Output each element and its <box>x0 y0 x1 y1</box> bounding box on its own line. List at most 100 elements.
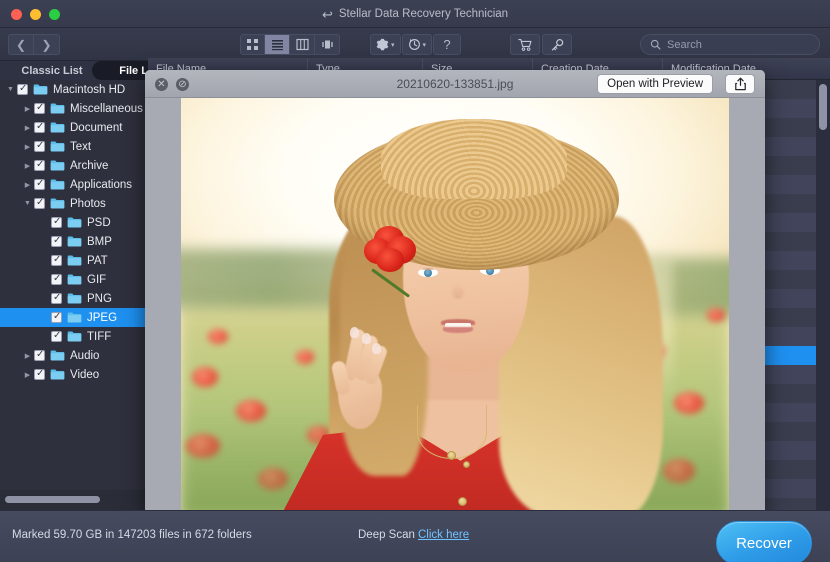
folder-checkbox[interactable] <box>51 216 62 228</box>
search-placeholder: Search <box>667 38 702 51</box>
tab-classic-list[interactable]: Classic List <box>4 61 100 80</box>
recover-label: Recover <box>736 534 792 552</box>
folder-tree-sidebar[interactable]: ▼ Macintosh HD ▶ Miscellaneous ▶ Document ▶ Tex… <box>0 80 148 510</box>
chevron-right-icon[interactable]: ▶ <box>21 162 34 170</box>
recover-button[interactable]: Recover <box>716 521 812 562</box>
tab-label: Classic List <box>21 64 83 77</box>
folder-icon <box>67 312 82 323</box>
folder-icon <box>67 274 82 285</box>
folder-checkbox[interactable] <box>17 83 28 95</box>
back-button[interactable]: ❮ <box>8 34 34 55</box>
key-icon <box>551 38 563 51</box>
folder-tree-item[interactable]: JPEG <box>0 308 148 327</box>
folder-label: BMP <box>87 235 112 248</box>
folder-icon <box>50 122 65 133</box>
stellar-logo-icon: ↩ <box>321 6 333 22</box>
share-button[interactable] <box>725 74 755 94</box>
activation-key-button[interactable] <box>542 34 572 55</box>
folder-checkbox[interactable] <box>51 292 62 304</box>
coverflow-icon <box>321 40 333 49</box>
chevron-down-icon[interactable]: ▼ <box>21 200 34 207</box>
folder-checkbox[interactable] <box>34 368 45 380</box>
folder-icon <box>67 217 82 228</box>
open-with-preview-button[interactable]: Open with Preview <box>597 74 713 94</box>
folder-tree-item[interactable]: TIFF <box>0 327 148 346</box>
forward-button[interactable]: ❯ <box>34 34 60 55</box>
folder-label: Video <box>70 368 100 381</box>
folder-checkbox[interactable] <box>34 140 45 152</box>
search-field[interactable]: Search <box>640 34 820 55</box>
chevron-right-icon[interactable]: ▶ <box>21 124 34 132</box>
help-label: ? <box>443 37 451 52</box>
settings-button[interactable]: ▾ <box>370 34 401 55</box>
necklace-pendant-upper <box>446 450 456 460</box>
list-icon <box>271 40 283 51</box>
filelist-vertical-scrollbar[interactable] <box>816 80 830 510</box>
necklace-pendant-lower <box>457 497 467 506</box>
chevron-right-icon[interactable]: ▶ <box>21 105 34 113</box>
folder-checkbox[interactable] <box>34 102 45 114</box>
folder-icon <box>50 103 65 114</box>
folder-label: PNG <box>87 292 112 305</box>
cart-button[interactable] <box>510 34 540 55</box>
shopping-cart-icon <box>517 38 531 51</box>
folder-tree-item[interactable]: ▶ Text <box>0 137 148 156</box>
folder-checkbox[interactable] <box>34 178 45 190</box>
open-with-preview-label: Open with Preview <box>607 78 703 90</box>
folder-tree-item[interactable]: GIF <box>0 270 148 289</box>
folder-checkbox[interactable] <box>51 273 62 285</box>
folder-checkbox[interactable] <box>34 159 45 171</box>
folder-label: PAT <box>87 254 108 267</box>
folder-tree-item[interactable]: PAT <box>0 251 148 270</box>
chevron-right-icon[interactable]: ▶ <box>21 181 34 189</box>
window-title-group: ↩ Stellar Data Recovery Technician <box>0 0 830 28</box>
folder-tree-item[interactable]: ▶ Document <box>0 118 148 137</box>
sidebar-horizontal-scrollbar[interactable] <box>0 490 148 510</box>
image-preview-window: ✕ ⊘ 20210620-133851.jpg Open with Previe… <box>145 70 765 518</box>
folder-checkbox[interactable] <box>51 235 62 247</box>
folder-tree-item[interactable]: ▼ Photos <box>0 194 148 213</box>
subject-poppy-flower <box>362 224 424 298</box>
preview-body <box>145 98 765 518</box>
folder-checkbox[interactable] <box>51 330 62 342</box>
chevron-right-icon[interactable]: ▶ <box>21 143 34 151</box>
folder-label: PSD <box>87 216 111 229</box>
column-view-button[interactable] <box>290 34 315 55</box>
folder-tree-item[interactable]: ▶ Miscellaneous <box>0 99 148 118</box>
folder-tree-item[interactable]: ▶ Audio <box>0 346 148 365</box>
folder-tree-item[interactable]: ▶ Applications <box>0 175 148 194</box>
help-button[interactable]: ? <box>433 34 462 55</box>
folder-icon <box>50 160 65 171</box>
preview-titlebar: ✕ ⊘ 20210620-133851.jpg Open with Previe… <box>145 70 765 98</box>
folder-tree-item[interactable]: ▶ Archive <box>0 156 148 175</box>
icon-view-button[interactable] <box>240 34 265 55</box>
folder-label: Document <box>70 121 123 134</box>
folder-checkbox[interactable] <box>34 121 45 133</box>
scrollbar-thumb[interactable] <box>5 496 100 503</box>
chevron-down-icon[interactable]: ▼ <box>4 86 17 93</box>
columns-icon <box>295 38 309 51</box>
folder-label: Archive <box>70 159 109 172</box>
folder-tree-item[interactable]: ▶ Video <box>0 365 148 384</box>
folder-checkbox[interactable] <box>51 254 62 266</box>
list-view-button[interactable] <box>265 34 290 55</box>
folder-tree: ▼ Macintosh HD ▶ Miscellaneous ▶ Document ▶ Tex… <box>0 80 148 384</box>
chevron-right-icon[interactable]: ▶ <box>21 371 34 379</box>
folder-label: Photos <box>70 197 106 210</box>
photo-subject <box>181 98 729 518</box>
scrollbar-thumb[interactable] <box>819 84 827 130</box>
folder-checkbox[interactable] <box>34 197 45 209</box>
folder-tree-item[interactable]: ▼ Macintosh HD <box>0 80 148 99</box>
chevron-right-icon[interactable]: ▶ <box>21 352 34 360</box>
marked-summary: Marked 59.70 GB in 147203 files in 672 f… <box>12 529 252 541</box>
folder-checkbox[interactable] <box>51 311 62 323</box>
coverflow-view-button[interactable] <box>315 34 340 55</box>
folder-icon <box>67 293 82 304</box>
folder-tree-item[interactable]: PSD <box>0 213 148 232</box>
deep-scan-link[interactable]: Click here <box>418 529 469 541</box>
folder-label: GIF <box>87 273 107 286</box>
history-button[interactable]: ▾ <box>401 34 433 55</box>
folder-checkbox[interactable] <box>34 349 45 361</box>
folder-tree-item[interactable]: PNG <box>0 289 148 308</box>
folder-tree-item[interactable]: BMP <box>0 232 148 251</box>
